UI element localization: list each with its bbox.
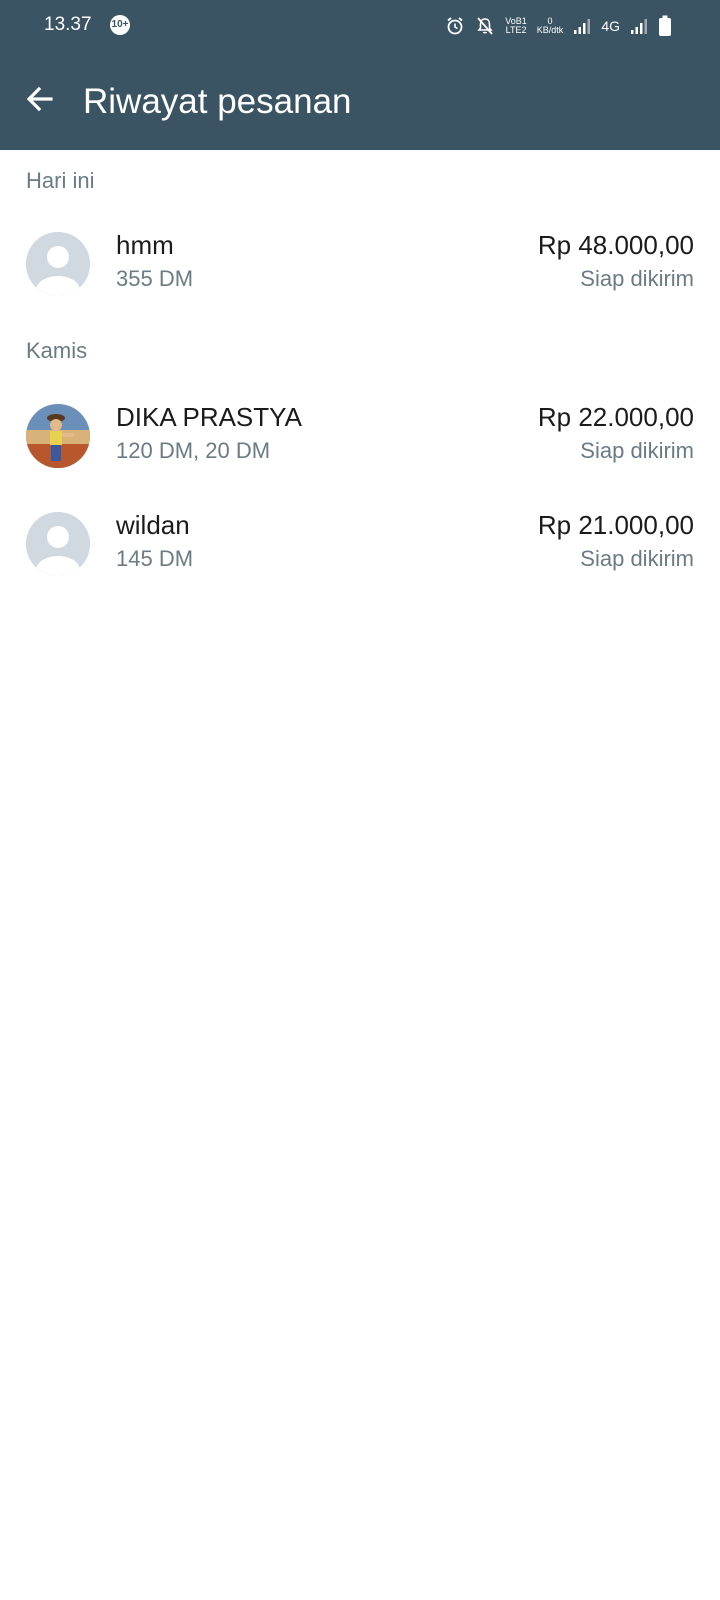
order-items: 355 DM [116, 266, 194, 291]
mute-icon [477, 17, 493, 35]
order-customer-name: DIKA PRASTYA [116, 402, 302, 432]
network-type: 4G [601, 18, 620, 34]
order-price: Rp 48.000,00 [537, 230, 694, 260]
network-speed: 0 KB/dtk [537, 17, 564, 35]
photo-avatar-icon [26, 404, 90, 468]
default-avatar-icon [26, 232, 90, 296]
page-title: Riwayat pesanan [83, 82, 352, 121]
order-row-hmm[interactable]: hmm 355 DM Rp 48.000,00 Siap dikirim [0, 212, 720, 320]
order-customer-name: wildan [116, 510, 190, 540]
volte-indicator: VoB1 LTE2 [505, 17, 527, 35]
notification-badge-icon: 10+ [110, 15, 130, 35]
order-row-wildan[interactable]: wildan 145 DM Rp 21.000,00 Siap dikirim [0, 492, 720, 600]
status-time: 13.37 [44, 14, 92, 35]
order-price: Rp 22.000,00 [537, 402, 694, 432]
app-bar: 13.37 10+ VoB1 LTE2 0 KB/dtk 4G Riwayat … [0, 0, 720, 150]
order-customer-name: hmm [116, 230, 174, 260]
order-row-dika-prastya[interactable]: DIKA PRASTYA 120 DM, 20 DM Rp 22.000,00 … [0, 384, 720, 492]
network-speed-unit: KB/dtk [536, 25, 564, 35]
signal-icon [574, 19, 591, 34]
order-items: 145 DM [116, 546, 194, 571]
arrow-left-icon [26, 86, 53, 112]
order-status: Siap dikirim [580, 266, 694, 291]
alarm-icon [447, 17, 463, 35]
order-history-list: Hari ini hmm 355 DM Rp 48.000,00 Siap di… [0, 150, 720, 600]
title-bar: Riwayat pesanan [0, 52, 720, 150]
order-status: Siap dikirim [580, 546, 694, 571]
order-price: Rp 21.000,00 [537, 510, 694, 540]
volte-label-bottom: LTE2 [505, 25, 527, 35]
order-status: Siap dikirim [580, 438, 694, 463]
battery-icon [659, 15, 671, 36]
status-icons: VoB1 LTE2 0 KB/dtk 4G [445, 13, 672, 39]
signal-icon [631, 19, 647, 34]
order-items: 120 DM, 20 DM [116, 438, 271, 463]
status-bar: 13.37 10+ VoB1 LTE2 0 KB/dtk 4G [0, 0, 720, 52]
section-header-today: Hari ini [26, 168, 95, 193]
section-header-thursday: Kamis [26, 338, 88, 363]
default-avatar-icon [26, 512, 90, 576]
back-button[interactable] [18, 77, 62, 121]
